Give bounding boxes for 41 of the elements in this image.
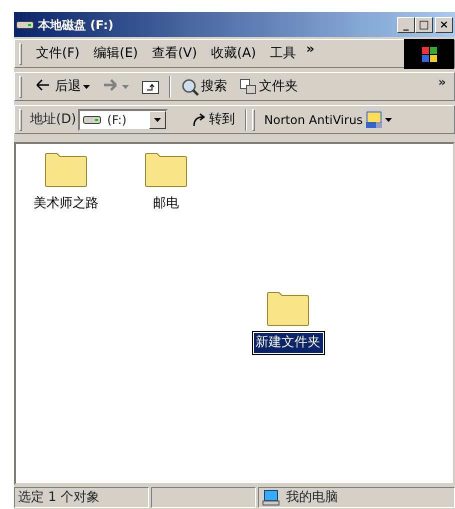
grip-handle[interactable] [19, 76, 22, 98]
window-title: 本地磁盘 (F:) [38, 16, 114, 34]
chevron-button[interactable]: » [304, 40, 316, 60]
norton-icon [364, 110, 383, 128]
menu-item[interactable]: 收藏(A) [205, 42, 262, 66]
minimize-button[interactable]: _ [397, 16, 415, 32]
chevron-icon[interactable]: » [438, 73, 446, 91]
search-button[interactable]: 搜索 [176, 74, 232, 98]
windows-logo [404, 38, 454, 68]
caret-icon [122, 84, 129, 88]
caret-icon [154, 118, 162, 122]
grip-handle[interactable] [252, 108, 256, 130]
folder-name[interactable]: 邮电 [151, 194, 181, 214]
maximize-button[interactable]: □ [415, 16, 433, 32]
folders-button[interactable]: 文件夹 [234, 74, 303, 98]
folders-icon [239, 78, 257, 96]
dropdown-button[interactable] [149, 110, 166, 128]
folder-name[interactable]: 新建文件夹 [254, 333, 322, 352]
back-button[interactable]: 后退 [30, 74, 95, 98]
go-arrow-icon [191, 112, 208, 128]
folder-name[interactable]: 美术师之路 [32, 194, 100, 214]
zone-label: 我的电脑 [286, 488, 338, 507]
folder-icon[interactable] [44, 152, 88, 188]
menu-item[interactable]: 文件(F) [30, 42, 86, 66]
address-label: 地址(D) [30, 110, 76, 129]
go-button[interactable]: 转到 [186, 108, 240, 132]
folder-icon[interactable] [144, 152, 188, 188]
menu-item[interactable]: 编辑(E) [88, 42, 144, 66]
grip-handle[interactable] [19, 42, 22, 64]
search-icon [181, 78, 199, 96]
caret-icon [83, 84, 90, 88]
address-field[interactable]: (F:) [78, 108, 168, 130]
menu-item[interactable]: 工具 [264, 42, 302, 66]
norton-button[interactable]: Norton AntiVirus [259, 108, 397, 130]
close-button[interactable]: × [435, 16, 453, 32]
status-text: 选定 1 个对象 [14, 487, 149, 508]
folder-icon[interactable] [266, 291, 310, 327]
grip-handle[interactable] [19, 108, 22, 130]
caret-icon [384, 118, 392, 122]
menu-item[interactable]: 查看(V) [146, 42, 204, 66]
computer-icon [262, 490, 280, 506]
